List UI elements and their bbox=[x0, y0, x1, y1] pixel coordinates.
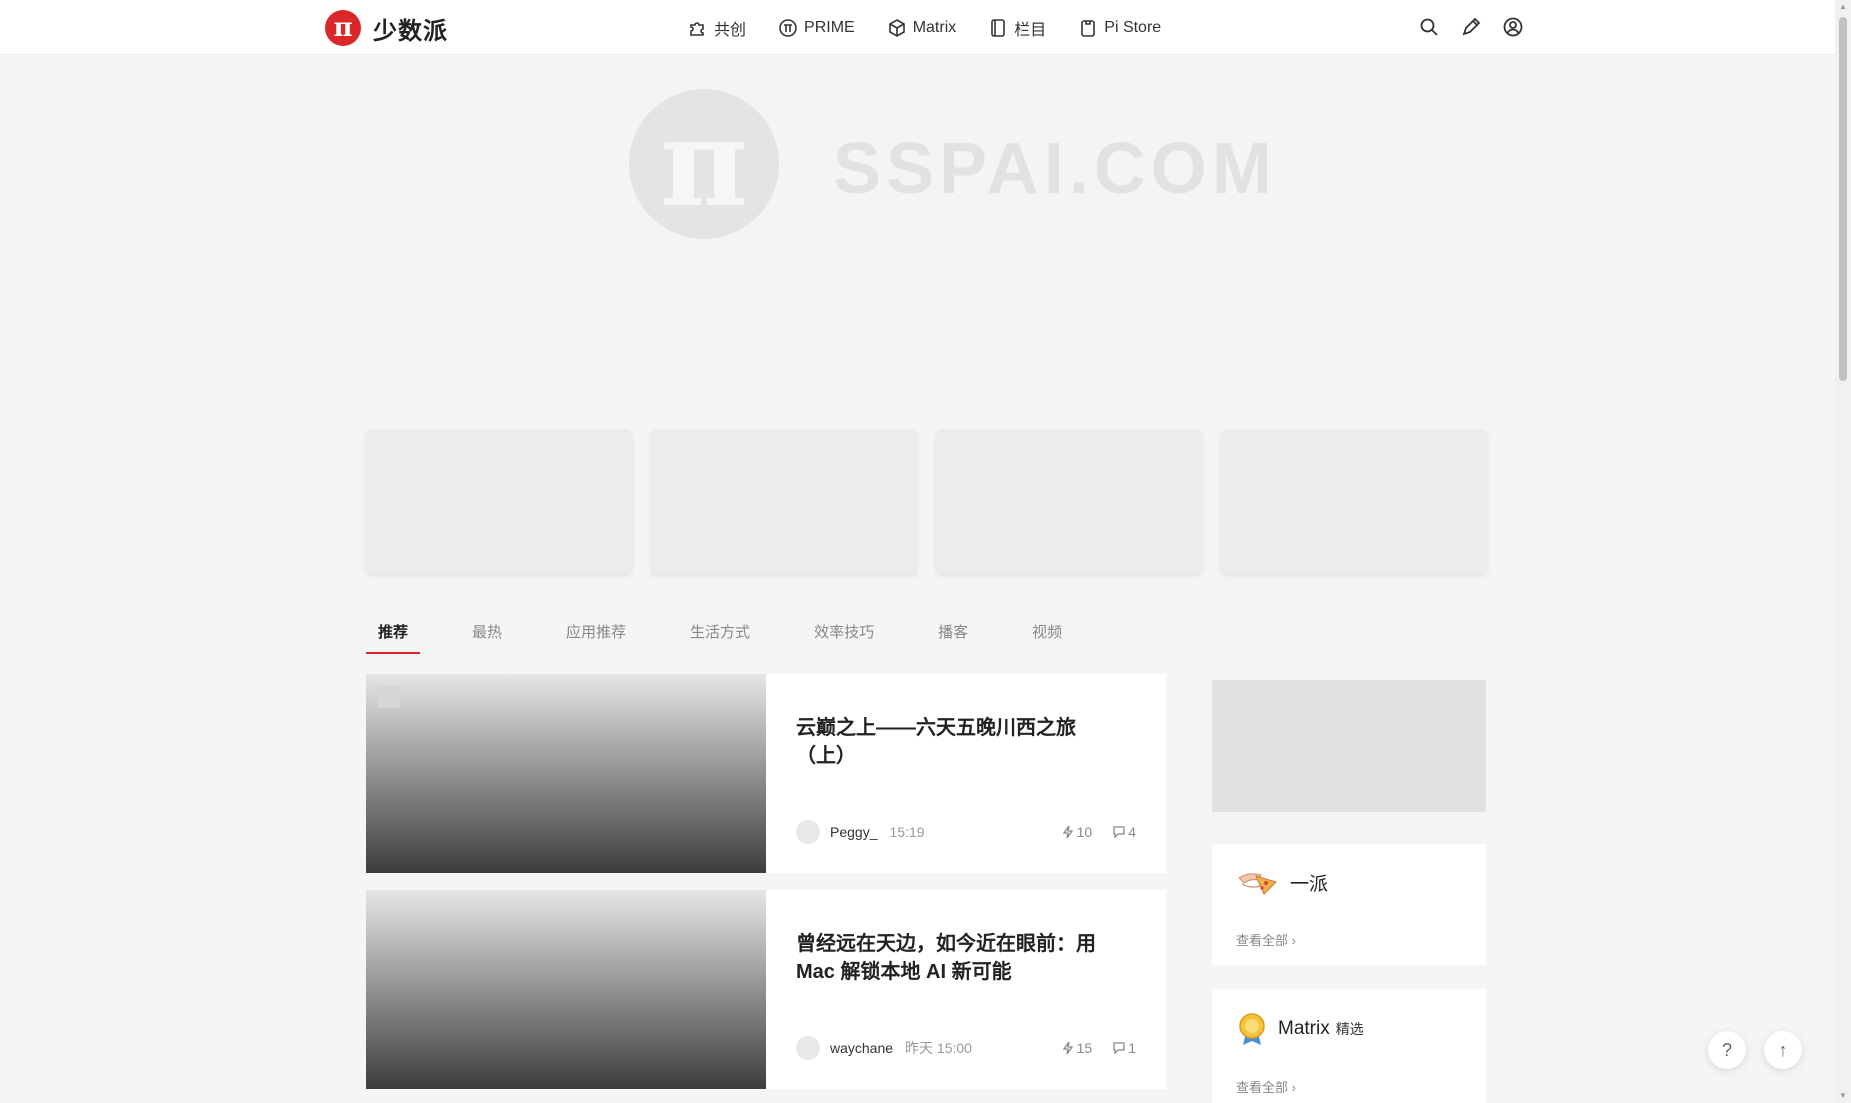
pizza-hand-icon bbox=[1238, 873, 1277, 895]
article-meta: waychane 昨天 15:00 15 1 bbox=[796, 1036, 1136, 1060]
tab-recommend[interactable]: 推荐 bbox=[366, 620, 421, 654]
scroll-up-icon[interactable]: ▲ bbox=[1839, 3, 1847, 11]
comments-stat[interactable]: 1 bbox=[1112, 1040, 1136, 1056]
likes-stat[interactable]: 15 bbox=[1061, 1040, 1093, 1056]
tab-hottest[interactable]: 最热 bbox=[460, 620, 514, 654]
article-title[interactable]: 曾经远在天边，如今近在眼前：用 Mac 解锁本地 AI 新可能 bbox=[796, 930, 1116, 986]
nav-label: Matrix bbox=[912, 18, 957, 36]
article-title[interactable]: 云巅之上——六天五晚川西之旅（上） bbox=[796, 714, 1116, 770]
nav-label: PRIME bbox=[804, 18, 855, 36]
article-thumbnail[interactable] bbox=[366, 890, 766, 1089]
featured-card-placeholder[interactable] bbox=[366, 429, 632, 573]
book-icon bbox=[991, 18, 1006, 37]
hero-watermark-text: SSPAI.COM bbox=[833, 129, 1277, 209]
scroll-down-icon[interactable]: ▼ bbox=[1839, 1092, 1847, 1100]
help-icon: ? bbox=[1721, 1039, 1732, 1060]
likes-stat[interactable]: 10 bbox=[1061, 824, 1093, 840]
nav-item-matrix[interactable]: Matrix bbox=[887, 18, 957, 38]
matrix-subtitle: 精选 bbox=[1335, 1021, 1364, 1037]
matrix-view-all-link[interactable]: 查看全部 › bbox=[1236, 1077, 1296, 1096]
search-icon[interactable] bbox=[1418, 16, 1440, 38]
logo-icon: π bbox=[325, 10, 361, 46]
main-nav: 共创 PRIME Matrix 栏目 Pi Store bbox=[688, 0, 1161, 55]
tab-podcast[interactable]: 播客 bbox=[926, 620, 980, 654]
lightning-icon bbox=[1062, 825, 1073, 839]
prime-icon bbox=[779, 18, 797, 37]
medal-icon bbox=[1239, 1013, 1265, 1045]
help-button[interactable]: ? bbox=[1708, 1031, 1746, 1069]
article-thumbnail[interactable] bbox=[366, 674, 766, 873]
nav-label: 栏目 bbox=[1014, 21, 1047, 39]
tab-video[interactable]: 视频 bbox=[1020, 620, 1074, 654]
article-card[interactable]: 曾经远在天边，如今近在眼前：用 Mac 解锁本地 AI 新可能 waychane… bbox=[366, 890, 1166, 1089]
article-card[interactable]: 云巅之上——六天五晚川西之旅（上） Peggy_ 15:19 10 4 bbox=[366, 674, 1166, 873]
category-tabs: 推荐 最热 应用推荐 生活方式 效率技巧 播客 视频 bbox=[366, 620, 1114, 654]
puzzle-icon bbox=[690, 21, 704, 36]
matrix-title: Matrix bbox=[1278, 1018, 1330, 1039]
comments-count: 1 bbox=[1128, 1040, 1136, 1056]
tab-lifestyle[interactable]: 生活方式 bbox=[678, 620, 762, 654]
scrollbar-thumb[interactable] bbox=[1839, 17, 1847, 381]
article-stats: 15 1 bbox=[1061, 1040, 1136, 1056]
nav-item-columns[interactable]: 栏目 bbox=[988, 16, 1046, 40]
pen-icon[interactable] bbox=[1460, 16, 1482, 38]
article-stats: 10 4 bbox=[1061, 824, 1136, 840]
nav-item-prime[interactable]: PRIME bbox=[778, 18, 855, 38]
site-name: 少数派 bbox=[373, 17, 448, 45]
arrow-up-icon: ↑ bbox=[1778, 1039, 1788, 1060]
comments-count: 4 bbox=[1128, 824, 1136, 840]
top-navigation-bar: π 少数派 共创 PRIME Matrix 栏目 Pi Store bbox=[0, 0, 1835, 55]
nav-item-gongchuang[interactable]: 共创 bbox=[688, 16, 746, 40]
sidebar-ad-placeholder[interactable] bbox=[1212, 680, 1486, 812]
header-tools bbox=[1418, 16, 1524, 38]
site-logo[interactable]: π 少数派 bbox=[325, 10, 448, 46]
publish-time: 15:19 bbox=[889, 824, 925, 840]
yipai-title: 一派 bbox=[1290, 873, 1329, 895]
author-name[interactable]: waychane bbox=[830, 1040, 893, 1056]
likes-count: 10 bbox=[1076, 824, 1093, 840]
comment-icon bbox=[1113, 826, 1125, 839]
featured-card-placeholder[interactable] bbox=[1221, 429, 1487, 573]
comment-icon bbox=[1113, 1042, 1125, 1055]
hero-logo-icon: π bbox=[629, 89, 779, 239]
back-to-top-button[interactable]: ↑ bbox=[1764, 1031, 1802, 1069]
likes-count: 15 bbox=[1076, 1040, 1093, 1056]
avatar[interactable] bbox=[796, 1036, 820, 1060]
nav-label: Pi Store bbox=[1104, 18, 1162, 36]
featured-card-placeholder[interactable] bbox=[936, 429, 1202, 573]
publish-time: 昨天 15:00 bbox=[905, 1040, 972, 1056]
nav-label: 共创 bbox=[714, 21, 747, 39]
tab-productivity[interactable]: 效率技巧 bbox=[802, 620, 886, 654]
comments-stat[interactable]: 4 bbox=[1112, 824, 1136, 840]
store-icon bbox=[1081, 19, 1096, 37]
yipai-view-all-link[interactable]: 查看全部 › bbox=[1236, 930, 1296, 949]
matrix-icon bbox=[888, 18, 905, 37]
matrix-panel: Matrix 精选 查看全部 › bbox=[1212, 989, 1486, 1103]
page-scrollbar[interactable]: ▲ ▼ bbox=[1835, 0, 1851, 1103]
yipai-header: 一派 bbox=[1236, 866, 1328, 898]
article-meta: Peggy_ 15:19 10 4 bbox=[796, 820, 1136, 844]
featured-card-placeholder[interactable] bbox=[651, 429, 917, 573]
avatar[interactable] bbox=[796, 820, 820, 844]
yipai-panel: 一派 查看全部 › bbox=[1212, 844, 1486, 965]
user-icon[interactable] bbox=[1502, 16, 1524, 38]
tab-app-recommend[interactable]: 应用推荐 bbox=[554, 620, 638, 654]
author-name[interactable]: Peggy_ bbox=[830, 824, 877, 840]
nav-item-pi-store[interactable]: Pi Store bbox=[1078, 18, 1161, 38]
lightning-icon bbox=[1062, 1041, 1073, 1055]
hero-banner[interactable]: π SSPAI.COM bbox=[0, 56, 1835, 416]
matrix-header: Matrix 精选 bbox=[1236, 1011, 1364, 1047]
thumbnail-badge bbox=[378, 686, 400, 708]
